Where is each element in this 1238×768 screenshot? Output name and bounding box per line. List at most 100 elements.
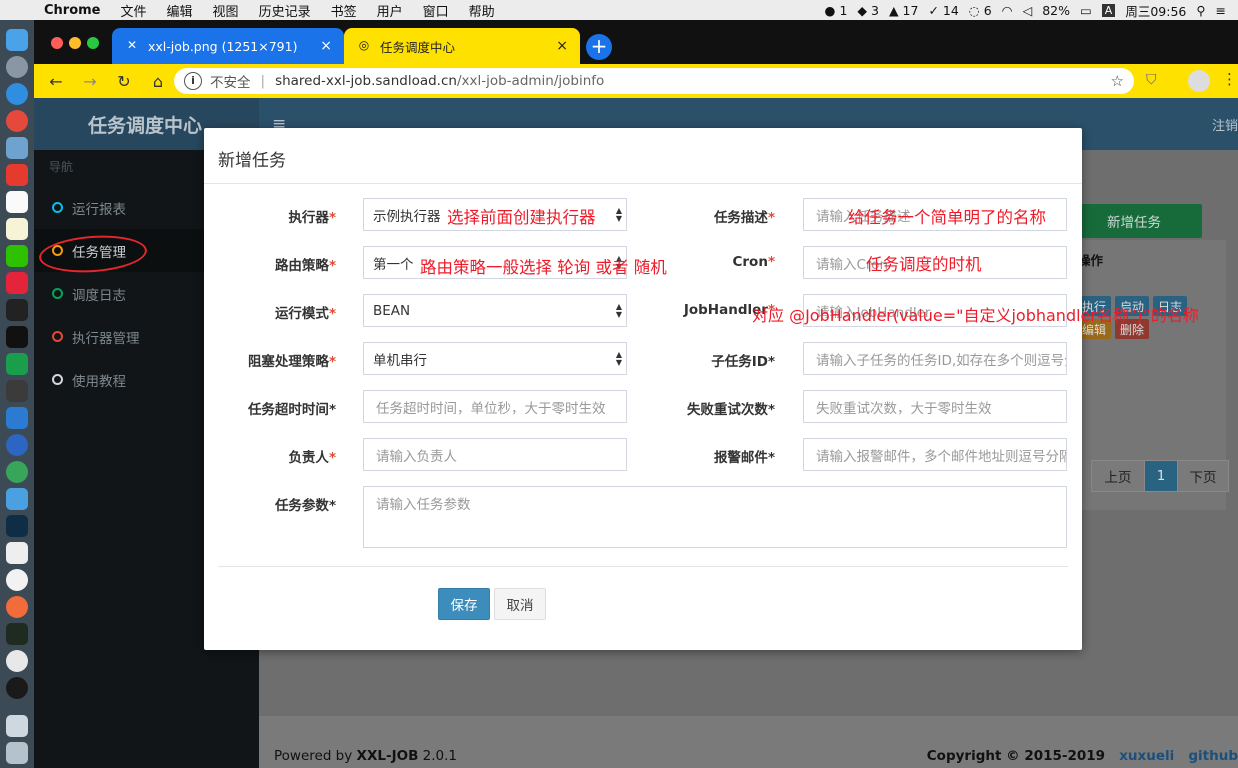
menu-file[interactable]: 文件	[121, 1, 147, 20]
tab-close-icon[interactable]: ×	[556, 38, 568, 54]
minimize-window-button[interactable]	[69, 37, 81, 49]
finder-icon[interactable]	[6, 28, 28, 51]
bookmark-star-icon[interactable]: ☆	[1111, 72, 1124, 90]
pager-current[interactable]: 1	[1144, 460, 1178, 492]
alarm-email-input[interactable]: 请输入报警邮件，多个邮件地址则逗号分隔	[803, 438, 1067, 471]
mode-select[interactable]: BEAN ▲ ▼	[363, 294, 627, 327]
chat-icon[interactable]: ◌ 6	[969, 3, 992, 18]
menu-edit[interactable]: 编辑	[167, 1, 193, 20]
check-icon[interactable]: ✓ 14	[928, 3, 958, 18]
typora-icon[interactable]	[6, 541, 28, 564]
postman-icon[interactable]	[6, 595, 28, 618]
child-job-input[interactable]: 请输入子任务的任务ID,如存在多个则逗号分隔	[803, 342, 1067, 375]
globe-tab-icon: ◎	[358, 38, 370, 52]
wechat-status-icon[interactable]: ● 1	[825, 3, 848, 18]
param-textarea[interactable]: 请输入任务参数	[363, 486, 1067, 548]
child-label: 子任务ID*	[711, 354, 775, 370]
tab-close-icon[interactable]: ×	[320, 38, 332, 54]
menu-window[interactable]: 窗口	[423, 1, 449, 20]
wechat-icon[interactable]	[6, 244, 28, 267]
menu-view[interactable]: 视图	[213, 1, 239, 20]
evernote-icon[interactable]	[6, 460, 28, 483]
app-db-icon[interactable]	[6, 649, 28, 672]
copyright-text: Copyright © 2015-2019	[926, 748, 1106, 764]
menu-dots-icon[interactable]: ⋮	[1222, 70, 1237, 88]
executor-label: 执行器*	[288, 210, 336, 226]
tab-label: 任务调度中心	[380, 39, 456, 55]
address-bar[interactable]: i 不安全 | shared-xxl-job.sandload.cn /xxl-…	[174, 68, 1134, 94]
browser-tabbar: ✕ xxl-job.png (1251×791) × ◎ 任务调度中心 × +	[34, 20, 1238, 64]
retry-input[interactable]: 失败重试次数，大于零时生效	[803, 390, 1067, 423]
g-status-icon[interactable]: ◆ 3	[857, 3, 879, 18]
menu-help[interactable]: 帮助	[469, 1, 495, 20]
sublime-icon[interactable]	[6, 379, 28, 402]
pycharm-icon[interactable]	[6, 352, 28, 375]
placeholder: 请输入负责人	[376, 448, 457, 465]
launchpad-icon[interactable]	[6, 55, 28, 78]
wifi-icon[interactable]: ◠	[1002, 3, 1013, 18]
terminal-icon[interactable]	[6, 298, 28, 321]
safari-icon[interactable]	[6, 82, 28, 105]
input-method[interactable]: A	[1101, 3, 1116, 17]
new-tab-button[interactable]: +	[586, 34, 612, 60]
app-g-icon[interactable]	[6, 163, 28, 186]
qq-icon[interactable]	[6, 676, 28, 699]
separator: |	[260, 73, 266, 89]
preview-icon[interactable]	[6, 136, 28, 159]
chrome-icon[interactable]	[6, 109, 28, 132]
cancel-button[interactable]: 取消	[494, 588, 546, 620]
zoom-window-button[interactable]	[87, 37, 99, 49]
app-g2-icon[interactable]	[6, 568, 28, 591]
pager-prev[interactable]: 上页	[1091, 460, 1145, 492]
circle-icon	[52, 202, 63, 213]
profile-avatar[interactable]	[1188, 70, 1210, 92]
extension-shield-icon[interactable]: ⛉	[1146, 72, 1157, 88]
activity-monitor-icon[interactable]	[6, 622, 28, 645]
notes-icon[interactable]	[6, 217, 28, 240]
info-icon[interactable]: i	[184, 72, 202, 90]
tab-xxl-job-png[interactable]: ✕ xxl-job.png (1251×791) ×	[112, 28, 344, 64]
calendar-icon[interactable]	[6, 190, 28, 213]
select-value: 单机串行	[373, 352, 427, 369]
app-blue-icon[interactable]	[6, 433, 28, 456]
owner-input[interactable]: 请输入负责人	[363, 438, 627, 471]
reload-icon[interactable]: ↻	[112, 72, 136, 91]
menu-user[interactable]: 用户	[377, 1, 403, 20]
pager-next[interactable]: 下页	[1177, 460, 1229, 492]
close-window-button[interactable]	[51, 37, 63, 49]
notification-center-icon[interactable]: ≡	[1216, 3, 1226, 18]
folder-icon[interactable]	[6, 715, 28, 737]
chat-count: 6	[983, 2, 992, 18]
label-text: 路由策略	[274, 258, 329, 274]
battery-icon[interactable]: ▭	[1080, 3, 1092, 18]
block-strategy-select[interactable]: 单机串行 ▲ ▼	[363, 342, 627, 375]
back-icon[interactable]: ←	[44, 72, 68, 91]
bell-icon[interactable]: ▲ 17	[889, 3, 919, 18]
sidebar-item-label: 使用教程	[72, 373, 126, 390]
clock[interactable]: 周三09:56	[1125, 1, 1186, 20]
add-job-button[interactable]: 新增任务	[1066, 204, 1202, 238]
image-tab-icon: ✕	[126, 38, 138, 52]
home-icon[interactable]: ⌂	[146, 72, 170, 91]
tab-scheduler[interactable]: ◎ 任务调度中心 ×	[344, 28, 580, 64]
menu-history[interactable]: 历史记录	[259, 1, 311, 20]
volume-icon[interactable]: ◁	[1023, 3, 1033, 18]
github-link[interactable]: github	[1188, 748, 1238, 764]
spotlight-icon[interactable]: ⚲	[1196, 3, 1205, 18]
trash-icon[interactable]	[6, 742, 28, 764]
menu-app-name[interactable]: Chrome	[44, 3, 101, 18]
app-send-icon[interactable]	[6, 487, 28, 510]
menu-bookmarks[interactable]: 书签	[331, 1, 357, 20]
author-link[interactable]: xuxueli	[1119, 748, 1174, 764]
youdao-icon[interactable]	[6, 271, 28, 294]
annotation-cron: 任务调度的时机	[866, 255, 982, 274]
photoshop-icon[interactable]	[6, 514, 28, 537]
vscode-icon[interactable]	[6, 406, 28, 429]
logout-link[interactable]: 注销	[1212, 115, 1238, 134]
battery-text[interactable]: 82%	[1042, 3, 1070, 18]
footer-version: 2.0.1	[418, 748, 458, 764]
save-button[interactable]: 保存	[438, 588, 490, 620]
intellij-icon[interactable]	[6, 325, 28, 348]
timeout-input[interactable]: 任务超时时间，单位秒，大于零时生效	[363, 390, 627, 423]
forward-icon[interactable]: →	[78, 72, 102, 91]
